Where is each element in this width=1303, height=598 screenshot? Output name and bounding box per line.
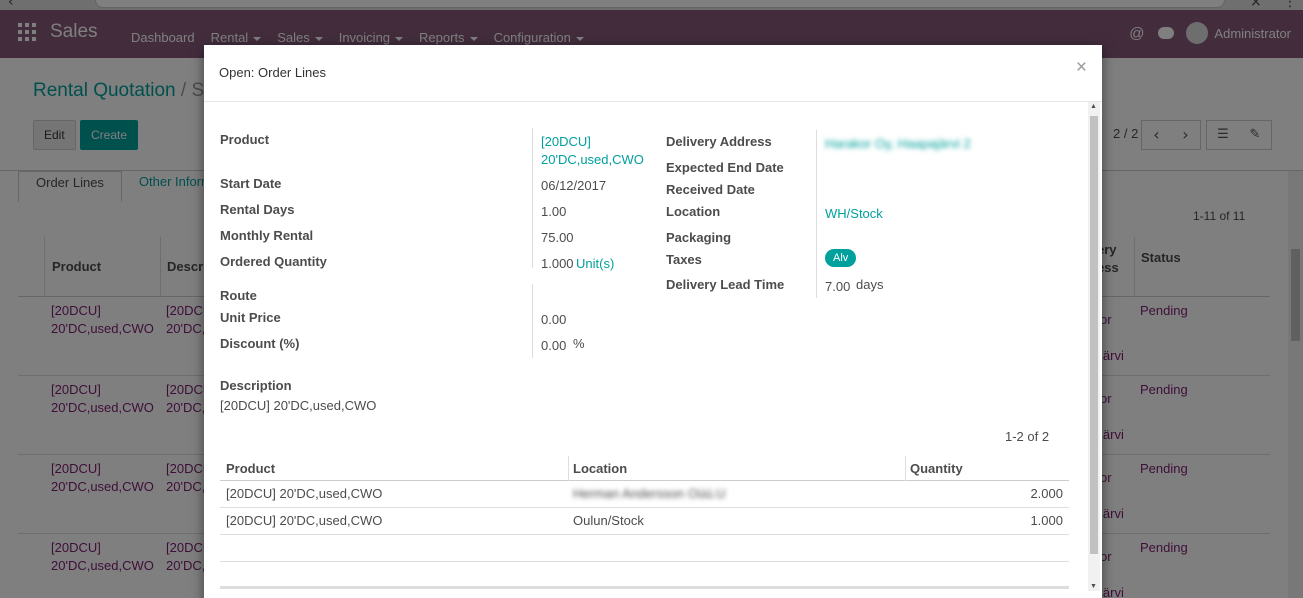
table-row[interactable]: [20DCU] 20'DC,used,CWO Oulun/Stock 1.000	[220, 508, 1069, 535]
label-delivery-lead-time: Delivery Lead Time	[666, 277, 785, 292]
discount-value: 0.00	[541, 338, 567, 353]
field-divider	[532, 284, 533, 358]
column-product[interactable]: Product	[226, 461, 275, 476]
label-ordered-quantity: Ordered Quantity	[220, 254, 327, 269]
delivery-address-link[interactable]: Harakor Oy, Haapajärvi 2	[825, 136, 971, 151]
discount-suffix: %	[573, 336, 585, 351]
field-divider	[816, 130, 817, 298]
dialog-title: Open: Order Lines	[219, 65, 326, 80]
product-name-link[interactable]: 20'DC,used,CWO	[541, 152, 644, 167]
field-divider	[532, 128, 533, 268]
label-location: Location	[666, 204, 721, 219]
column-location[interactable]: Location	[573, 461, 627, 476]
scroll-down-icon[interactable]: ▼	[1090, 583, 1097, 590]
tax-badge: Alv	[825, 249, 857, 267]
monthly-rental-value: 75.00	[541, 230, 574, 245]
label-description: Description	[220, 378, 292, 393]
dialog-body: Product Start Date Rental Days Monthly R…	[204, 102, 1102, 598]
table-row[interactable]: [20DCU] 20'DC,used,CWO Herman Andersson …	[220, 481, 1069, 508]
label-delivery-address: Delivery Address	[666, 134, 772, 149]
unit-price-value: 0.00	[541, 312, 567, 327]
label-discount: Discount (%)	[220, 336, 300, 351]
rental-days-value: 1.00	[541, 204, 567, 219]
label-received-date: Received Date	[666, 182, 755, 197]
start-date-value: 06/12/2017	[541, 178, 607, 193]
scroll-up-icon[interactable]: ▲	[1090, 103, 1097, 110]
column-divider	[905, 456, 906, 481]
lead-time-unit: days	[856, 277, 884, 292]
label-rental-days: Rental Days	[220, 202, 295, 217]
dialog-header: Open: Order Lines ×	[204, 45, 1102, 102]
label-start-date: Start Date	[220, 176, 282, 191]
description-value: [20DCU] 20'DC,used,CWO	[220, 398, 377, 413]
label-expected-end-date: Expected End Date	[666, 160, 784, 175]
dialog-scrollbar[interactable]: ▲ ▼	[1088, 102, 1100, 591]
close-icon[interactable]: ×	[1076, 57, 1087, 79]
uom-link[interactable]: Unit(s)	[576, 256, 614, 271]
stock-lines-table: Product Location Quantity [20DCU] 20'DC,…	[220, 456, 1069, 562]
column-quantity[interactable]: Quantity	[910, 461, 963, 476]
column-divider	[568, 456, 569, 481]
label-product: Product	[220, 132, 270, 147]
label-route: Route	[220, 288, 257, 303]
label-packaging: Packaging	[666, 230, 732, 245]
location-link[interactable]: WH/Stock	[825, 206, 883, 221]
label-monthly-rental: Monthly Rental	[220, 228, 314, 243]
empty-row	[220, 535, 1069, 562]
ordered-quantity-value: 1.000	[541, 256, 574, 271]
table-footer-line	[220, 586, 1069, 589]
label-unit-price: Unit Price	[220, 310, 281, 325]
sub-table-header: Product Location Quantity	[220, 456, 1069, 481]
sub-table-count: 1-2 of 2	[1005, 429, 1050, 444]
label-taxes: Taxes	[666, 252, 702, 267]
order-line-dialog: Open: Order Lines × Product Start Date R…	[204, 45, 1102, 598]
delivery-lead-time-value: 7.00	[825, 279, 851, 294]
product-code-link[interactable]: [20DCU]	[541, 134, 591, 149]
